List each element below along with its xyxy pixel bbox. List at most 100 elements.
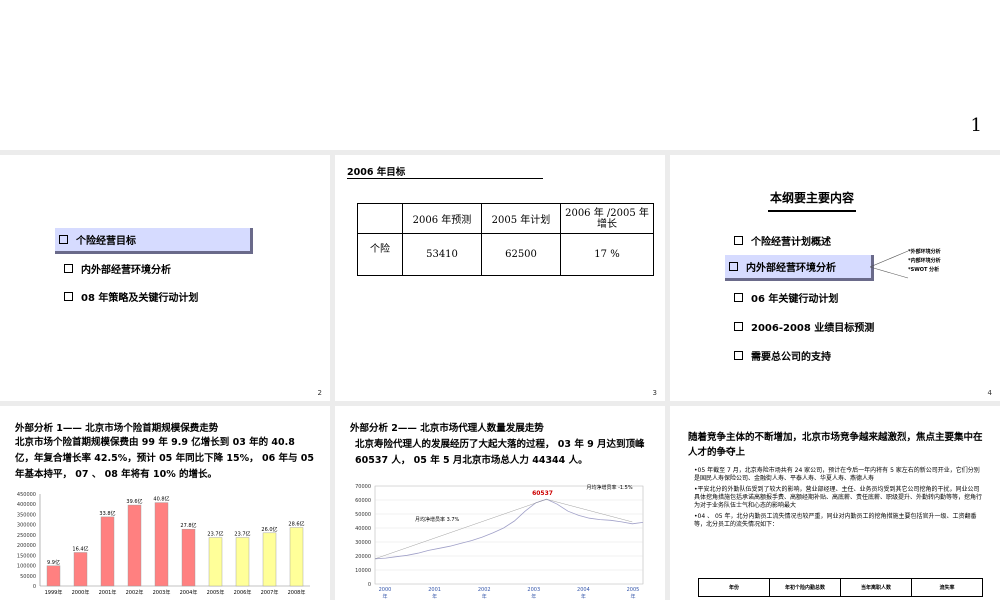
outline-item-label: 06 年关键行动计划 [751,294,839,305]
slide-title: 外部分析 2—— 北京市场代理人数量发展走势 [350,423,544,434]
slide-6-thumbnail[interactable]: 外部分析 2—— 北京市场代理人数量发展走势 北京寿险代理人的发展经历了大起大落… [335,406,665,600]
table-header-cell: 2006 年预测 [402,203,482,234]
checkbox-icon [64,264,73,273]
x-tick-label: 2004年 [180,589,198,596]
y-tick-label: 450000 [17,492,36,498]
bar-data-label: 40.8亿 [153,496,169,503]
outline-item[interactable]: 需要总公司的支持 [734,348,831,363]
agenda-item-highlighted[interactable]: 个险经营目标 [55,228,253,254]
bar-data-label: 9.9亿 [47,559,60,566]
y-tick-label: 30000 [355,540,371,546]
table-header-cell: 年初个险内勤总数 [769,578,841,597]
x-tick-label: 2005年 [207,589,225,596]
outline-item[interactable]: 06 年关键行动计划 [734,290,838,305]
top-canvas: 1 [0,0,1000,150]
x-tick-label: 年 [630,593,635,600]
agenda-item-label: 08 年策略及关键行动计划 [81,293,199,304]
y-tick-label: 40000 [355,526,371,532]
bar [100,516,115,587]
x-tick-label: 年 [581,593,586,600]
x-tick-label: 2008年 [288,589,306,596]
x-tick-label: 年 [382,593,387,600]
agenda-item[interactable]: 08 年策略及关键行动计划 [64,289,198,304]
turnover-table: 年份 年初个险内勤总数 当年离职人数 流失率 [698,578,983,597]
bar-data-label: 16.4亿 [72,545,88,552]
bar [46,565,61,587]
slide-2-thumbnail[interactable]: 个险经营目标 内外部经营环境分析 08 年策略及关键行动计划 2 [0,155,330,401]
x-tick-label: 2002 [478,587,491,593]
x-tick-label: 2002年 [126,589,144,596]
bar [127,504,142,587]
x-tick-label: 1999年 [45,589,63,596]
y-tick-label: 50000 [355,512,371,518]
outline-item[interactable]: 2006-2008 业绩目标预测 [734,319,874,334]
y-tick-label: 250000 [17,533,36,539]
checkbox-icon [59,235,68,244]
table-header-cell: 2006 年 /2005 年增长 [560,203,654,234]
slide-title: 外部分析 1—— 北京市场个险首期规模保费走势 [15,423,219,434]
page-number: 1 [970,115,982,136]
agenda-item[interactable]: 内外部经营环境分析 [64,261,171,276]
bullet-item: •04 、 05 年，北分内勤员工流失情况也较严重，同业对内勤员工的挖角措施主要… [694,513,977,528]
sub-item-list: *外部环境分析 *内部环境分析 *SWOT 分析 [908,248,941,275]
x-tick-label: 2000年 [72,589,90,596]
x-tick-label: 2007年 [261,589,279,596]
plot-area [374,485,644,585]
premium-bar-chart: 0 50000 100000 150000 200000 250000 300000 3500… [17,492,310,596]
table-cell: 53410 [402,233,482,276]
outline-item-label: 2006-2008 业绩目标预测 [751,323,875,334]
slide-number: 2 [317,389,322,397]
bullet-list: •05 年截至 7 月，北京寿险市场共有 24 家公司，预计在今后一年内将有 5… [694,467,982,529]
slide-3-thumbnail[interactable]: 2006 年目标 2006 年预测 2005 年计划 2006 年 /2005 … [335,155,665,401]
slide-number: 3 [652,389,657,397]
table-row-label: 个险 [357,233,403,276]
y-tick-label: 400000 [17,502,36,508]
outline-item-label: 个险经营计划概述 [751,237,831,248]
bar-data-label: 28.6亿 [288,521,304,528]
table-header-cell: 年份 [698,578,770,597]
bar-data-label: 27.8亿 [180,522,196,529]
y-tick-label: 70000 [355,484,371,490]
outline-item[interactable]: 个险经营计划概述 [734,233,831,248]
slide-title: 2006 年目标 [347,164,543,179]
x-tick-label: 2004 [577,587,590,593]
y-tick-label: 300000 [17,523,36,529]
checkbox-icon [734,236,743,245]
x-tick-label: 年 [482,593,487,600]
x-tick-label: 2006年 [234,589,252,596]
slide-heading: 随着竞争主体的不断增加，北京市场竞争越来越激烈，焦点主要集中在人才的争夺上 [688,432,983,458]
slide-4-thumbnail[interactable]: 本纲要主要内容 个险经营计划概述 内外部经营环境分析 06 年关键行动计划 20… [670,155,1000,401]
bullet-item: •平安北分的外勤队伍受到了较大的影响，营业部经理、主任、业务员均受到其它公司挖角… [694,486,983,509]
bar-data-label: 23.7亿 [207,531,223,538]
peak-data-label: 60537 [532,490,553,497]
sub-item: *SWOT 分析 [908,267,940,273]
bar [73,552,88,587]
target-table: 2006 年预测 2005 年计划 2006 年 /2005 年增长 个险 53… [357,203,654,276]
bar [154,502,169,587]
slide-paragraph: 北京寿险代理人的发展经历了大起大落的过程， 03 年 9 月达到顶峰 60537… [355,439,645,466]
outline-item-highlighted[interactable]: 内外部经营环境分析 [725,255,874,281]
bar [289,527,304,587]
table-header-cell: 2005 年计划 [481,203,561,234]
checkbox-icon [729,262,738,271]
sub-item: *内部环境分析 [908,258,941,264]
y-tick-label: 10000 [355,568,371,574]
y-tick-label: 200000 [17,543,36,549]
x-tick-label: 2003年 [153,589,171,596]
outline-item-label: 内外部经营环境分析 [746,263,836,274]
sub-item: *外部环境分析 [908,249,941,255]
y-tick-label: 60000 [355,498,371,504]
slide-7-thumbnail[interactable]: 随着竞争主体的不断增加，北京市场竞争越来越激烈，焦点主要集中在人才的争夺上 •0… [670,406,1000,600]
y-tick-label: 50000 [20,574,36,580]
x-tick-label: 年 [531,593,536,600]
table-cell: 17 % [560,233,654,276]
bar [208,537,223,587]
slide-5-thumbnail[interactable]: 外部分析 1—— 北京市场个险首期规模保费走势 北京市场个险首期规模保费由 99… [0,406,330,600]
bar [262,532,277,587]
bar-data-label: 26.0亿 [261,526,277,533]
bracket-connector-icon [870,250,909,279]
y-tick-label: 350000 [17,512,36,518]
bar-data-label: 23.7亿 [234,531,250,538]
agenda-item-label: 内外部经营环境分析 [81,265,171,276]
checkbox-icon [734,293,743,302]
